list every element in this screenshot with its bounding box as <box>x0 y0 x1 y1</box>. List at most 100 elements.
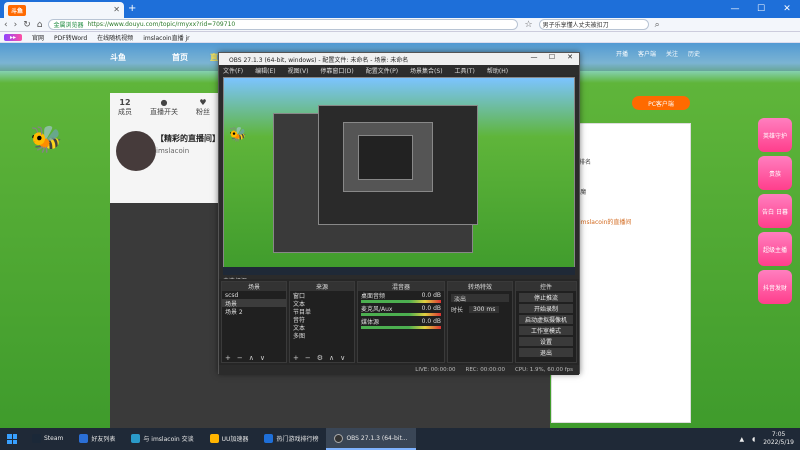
room-stats: 12 成员 ● 直播开关 ♥ 粉丝 <box>118 98 210 117</box>
up-icon[interactable]: ∧ <box>249 354 254 362</box>
browser-icon <box>264 433 274 443</box>
studio-mode-button[interactable]: 工作室模式 <box>519 326 573 335</box>
obs-menu-profile[interactable]: 配置文件(P) <box>366 66 398 75</box>
sources-toolbar: + − ⚙ ∧ ∨ <box>290 353 354 362</box>
maximize-icon[interactable]: ☐ <box>748 0 774 18</box>
scene-item[interactable]: 场景 2 <box>222 307 286 316</box>
add-icon[interactable]: + <box>225 354 231 362</box>
transition-dock: 转场特效 淡出 时长 300 ms <box>447 281 513 363</box>
bookmark-item[interactable]: PDF转Word <box>54 33 87 42</box>
nav-home[interactable]: 首页 <box>172 52 188 63</box>
bookmark-game-banner[interactable]: ▸▸ <box>4 33 23 41</box>
virtual-camera-button[interactable]: 启动虚拟摄像机 <box>519 315 573 324</box>
bookmark-item[interactable]: 在线随机视频 <box>97 33 133 42</box>
network-icon[interactable]: ▲ <box>739 436 744 443</box>
bookmarks-bar: ▸▸ 官网 PDF转Word 在线随机视频 imslacoin直播 jr <box>0 32 800 43</box>
screen: 斗鱼 ✕ + — ☐ ✕ ‹ › ↻ ⌂ 金属浏览器 https://www.d… <box>0 0 800 450</box>
clock-time: 7:05 <box>771 431 786 438</box>
down-icon[interactable]: ∨ <box>340 354 345 362</box>
browser-search-box[interactable]: 男子乐享懂人丈夫被扣刀 <box>538 19 649 30</box>
taskbar-item[interactable]: Steam <box>24 428 71 450</box>
super-streamer-badge[interactable]: 超级主播 <box>758 232 792 266</box>
obs-menu-docks[interactable]: 停靠窗口(D) <box>320 66 353 75</box>
volume-icon[interactable]: ◖ <box>752 436 755 443</box>
stat-live-switch[interactable]: ● 直播开关 <box>150 98 178 117</box>
obs-window: OBS 27.1.3 (64-bit, windows) - 配置文件: 未命名… <box>218 52 580 375</box>
taskbar-item[interactable]: UU加速器 <box>202 428 257 450</box>
history-link[interactable]: 历史 <box>688 49 700 58</box>
minimize-icon[interactable]: — <box>722 0 748 18</box>
settings-button[interactable]: 设置 <box>519 337 573 346</box>
obs-menu-view[interactable]: 视图(V) <box>288 66 309 75</box>
obs-close-icon[interactable]: ✕ <box>561 53 579 65</box>
system-tray: ▲ ◖ 7:05 2022/5/19 <box>739 428 794 450</box>
clock[interactable]: 7:05 2022/5/19 <box>763 431 794 447</box>
transition-select[interactable]: 淡出 <box>451 294 509 303</box>
stop-streaming-button[interactable]: 停止推流 <box>519 293 573 302</box>
browser-tab[interactable]: 斗鱼 ✕ <box>4 2 124 18</box>
remove-icon[interactable]: − <box>237 354 243 362</box>
obs-minimize-icon[interactable]: — <box>525 53 543 65</box>
scenes-dock: 场景 scsd 场景 场景 2 + − ∧ ∨ <box>221 281 287 363</box>
obs-menu-tools[interactable]: 工具(T) <box>455 66 475 75</box>
reload-icon[interactable]: ↻ <box>23 20 31 30</box>
stat-fans[interactable]: ♥ 粉丝 <box>196 98 210 117</box>
start-stream-link[interactable]: 开播 <box>616 49 628 58</box>
browser-nav-bar: ‹ › ↻ ⌂ 金属浏览器 https://www.douyu.com/topi… <box>0 18 800 32</box>
clock-date: 2022/5/19 <box>763 439 794 446</box>
sources-dock: 来源 窗口 文本 节目单 音符 文本 多图 + − ⚙ ∧ ∨ <box>289 281 355 363</box>
taskbar-item[interactable]: OBS 27.1.3 (64-bit... <box>326 428 416 450</box>
up-icon[interactable]: ∧ <box>329 354 334 362</box>
taskbar-item[interactable]: 热门游戏排行榜 <box>256 428 326 450</box>
bookmark-item[interactable]: imslacoin直播 jr <box>143 33 189 42</box>
bookmark-item[interactable]: 官网 <box>32 33 44 42</box>
add-icon[interactable]: + <box>293 354 299 362</box>
scenes-header: 场景 <box>222 282 286 291</box>
fortune-badge[interactable]: 抖音发财 <box>758 270 792 304</box>
close-icon[interactable]: ✕ <box>774 0 800 18</box>
source-item[interactable]: 多图 <box>290 331 354 340</box>
pc-client-button[interactable]: PC客户端 <box>632 96 690 110</box>
back-icon[interactable]: ‹ <box>4 20 8 30</box>
obs-menu-scene-collection[interactable]: 场景集合(S) <box>410 66 443 75</box>
streamer-tag[interactable]: imslacoin <box>156 147 189 155</box>
obs-menu-bar: 文件(F) 编辑(E) 视图(V) 停靠窗口(D) 配置文件(P) 场景集合(S… <box>219 65 579 75</box>
gear-icon[interactable]: ⚙ <box>317 354 323 362</box>
browser-tab-bar: 斗鱼 ✕ + — ☐ ✕ <box>0 0 800 18</box>
obs-maximize-icon[interactable]: ☐ <box>543 53 561 65</box>
mixer-track: 麦克风/Aux 0.0 dB <box>361 304 441 313</box>
taskbar-item[interactable]: 与 imslacoin 交谈 <box>123 428 201 450</box>
star-icon[interactable]: ☆ <box>524 20 532 30</box>
remove-icon[interactable]: − <box>305 354 311 362</box>
start-button[interactable] <box>0 428 24 450</box>
taskbar-item[interactable]: 好友列表 <box>71 428 123 450</box>
search-icon[interactable]: ⌕ <box>655 20 660 30</box>
windows-taskbar: Steam 好友列表 与 imslacoin 交谈 UU加速器 热门游戏排行榜 … <box>0 428 800 450</box>
client-link[interactable]: 客户端 <box>638 49 656 58</box>
obs-menu-edit[interactable]: 编辑(E) <box>255 66 275 75</box>
new-tab-icon[interactable]: + <box>128 3 136 14</box>
obs-menu-help[interactable]: 帮助(H) <box>487 66 508 75</box>
windows-logo-icon <box>7 434 17 444</box>
address-bar[interactable]: 金属浏览器 https://www.douyu.com/topic/rmyxx?… <box>48 19 519 30</box>
guard-badge[interactable]: 英雄守护 <box>758 118 792 152</box>
site-logo[interactable]: 斗鱼 <box>110 52 150 63</box>
start-recording-button[interactable]: 开始录制 <box>519 304 573 313</box>
obs-menu-file[interactable]: 文件(F) <box>223 66 243 75</box>
obs-docks: 场景 scsd 场景 场景 2 + − ∧ ∨ 来源 窗口 文本 节目单 音符 文本 … <box>219 279 579 375</box>
avatar[interactable] <box>116 131 156 171</box>
home-icon[interactable]: ⌂ <box>37 20 43 30</box>
stat-members[interactable]: 12 成员 <box>118 98 132 117</box>
close-tab-icon[interactable]: ✕ <box>113 5 120 14</box>
exit-button[interactable]: 退出 <box>519 348 573 357</box>
follow-link[interactable]: 关注 <box>666 49 678 58</box>
confession-badge[interactable]: 告白 日暮 <box>758 194 792 228</box>
noble-badge[interactable]: 贵族 <box>758 156 792 190</box>
down-icon[interactable]: ∨ <box>260 354 265 362</box>
uu-icon <box>209 433 219 443</box>
search-text: 男子乐享懂人丈夫被扣刀 <box>542 22 609 29</box>
duration-input[interactable]: 300 ms <box>469 305 500 313</box>
transition-header: 转场特效 <box>448 282 512 291</box>
forward-icon[interactable]: › <box>14 20 18 30</box>
obs-preview[interactable]: 🐝 <box>223 77 575 275</box>
